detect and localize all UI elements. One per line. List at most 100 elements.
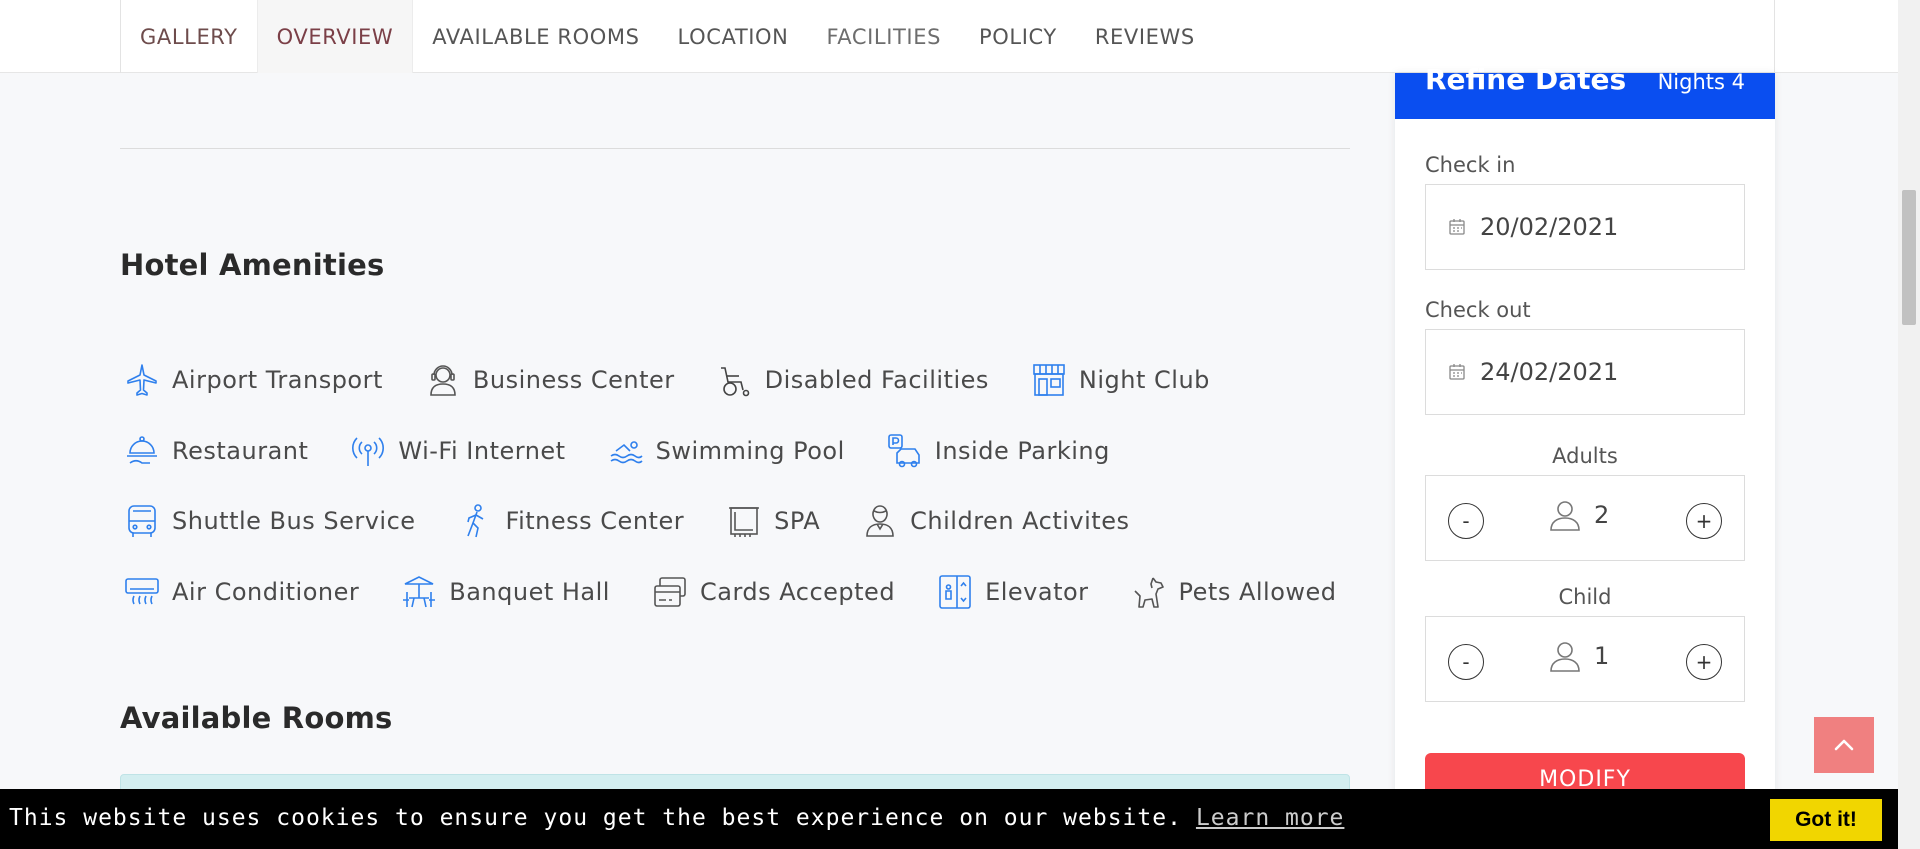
child-icon: [866, 505, 894, 537]
amenity-item: Banquet Hall: [401, 574, 610, 610]
tab-location[interactable]: LOCATION: [659, 0, 808, 73]
amenity-item: Fitness Center: [458, 503, 685, 539]
amenity-label: Air Conditioner: [172, 578, 360, 606]
parking-car-icon: [887, 434, 920, 468]
amenity-label: Night Club: [1078, 366, 1210, 394]
amenity-label: Banquet Hall: [449, 578, 610, 606]
check-out-value: 24/02/2021: [1480, 358, 1619, 386]
antenna-icon: [352, 437, 385, 466]
amenity-item: Air Conditioner: [124, 574, 359, 610]
amenity-item: Children Activites: [862, 503, 1129, 539]
amenities-row: Airport Transport Business Center Disabl…: [124, 360, 1252, 400]
tab-facilities[interactable]: FACILITIES: [808, 0, 961, 73]
airplane-icon: [127, 364, 157, 396]
amenities-title: Hotel Amenities: [120, 248, 385, 282]
child-label: Child: [1558, 585, 1612, 609]
child-count: 1: [1594, 642, 1610, 670]
running-person-icon: [466, 504, 483, 538]
swimmer-icon: [610, 441, 643, 464]
amenity-label: Swimming Pool: [655, 437, 845, 465]
amenity-item: Night Club: [1031, 362, 1210, 398]
person-icon: [1550, 642, 1580, 672]
person-icon: [1550, 501, 1580, 531]
amenity-item: Restaurant: [124, 433, 308, 469]
calendar-icon: [1449, 219, 1465, 235]
cookie-message: This website uses cookies to ensure you …: [9, 805, 1182, 831]
scrollbar-thumb[interactable]: [1902, 190, 1916, 325]
amenity-item: Business Center: [425, 362, 675, 398]
cookie-message-wrap: This website uses cookies to ensure you …: [9, 805, 1344, 831]
back-to-top-button[interactable]: [1814, 717, 1874, 773]
amenity-item: Airport Transport: [124, 362, 383, 398]
child-decrement-button[interactable]: -: [1448, 644, 1484, 680]
amenity-label: Shuttle Bus Service: [172, 507, 416, 535]
amenity-item: Cards Accepted: [652, 574, 895, 610]
amenity-item: Wi-Fi Internet: [350, 433, 565, 469]
adults-decrement-button[interactable]: -: [1448, 503, 1484, 539]
amenity-label: Cards Accepted: [699, 578, 896, 606]
amenity-label: Business Center: [472, 366, 675, 394]
tab-reviews[interactable]: REVIEWS: [1076, 0, 1214, 73]
storefront-icon: [1033, 364, 1065, 396]
adults-value: 2: [1548, 498, 1609, 532]
section-divider: [120, 148, 1350, 149]
adults-label: Adults: [1552, 444, 1618, 468]
chevron-up-icon: [1834, 739, 1854, 751]
amenity-label: Elevator: [985, 578, 1089, 606]
amenities-row: Air Conditioner Banquet Hall Cards Accep…: [124, 572, 1379, 612]
cloche-icon: [127, 436, 157, 464]
refine-header: Refine Dates Nights 4: [1395, 63, 1775, 119]
learn-more-link[interactable]: Learn more: [1196, 805, 1344, 831]
adults-count: 2: [1594, 501, 1610, 529]
child-stepper: - 1 +: [1425, 616, 1745, 702]
amenities-row: Restaurant Wi-Fi Internet Swimming Pool …: [124, 431, 1152, 471]
page-scrollbar[interactable]: [1898, 0, 1920, 849]
child-increment-button[interactable]: +: [1686, 644, 1722, 680]
refine-title: Refine Dates: [1425, 63, 1627, 96]
amenity-item: Disabled Facilities: [717, 362, 989, 398]
amenity-item: Shuttle Bus Service: [124, 503, 416, 539]
credit-card-icon: [654, 577, 686, 607]
refine-dates-panel: Refine Dates Nights 4 Check in 20/02/202…: [1395, 63, 1775, 849]
air-conditioner-icon: [125, 578, 159, 605]
towel-icon: [729, 507, 760, 537]
elevator-icon: [939, 575, 971, 609]
available-rooms-title: Available Rooms: [120, 701, 393, 735]
amenity-item: Swimming Pool: [608, 433, 845, 469]
calendar-icon: [1449, 364, 1465, 380]
amenity-label: Fitness Center: [505, 507, 685, 535]
check-out-field[interactable]: 24/02/2021: [1425, 329, 1745, 415]
bus-icon: [128, 505, 156, 537]
amenity-item: SPA: [726, 503, 820, 539]
amenity-label: SPA: [774, 507, 821, 535]
amenity-item: Pets Allowed: [1131, 574, 1337, 610]
cookie-banner: This website uses cookies to ensure you …: [0, 789, 1898, 849]
adults-stepper: - 2 +: [1425, 475, 1745, 561]
dog-icon: [1133, 577, 1164, 608]
amenity-item: Inside Parking: [887, 433, 1110, 469]
amenity-label: Disabled Facilities: [764, 366, 989, 394]
amenity-item: Elevator: [937, 574, 1088, 610]
cookie-accept-button[interactable]: Got it!: [1770, 799, 1882, 841]
amenity-label: Inside Parking: [934, 437, 1110, 465]
tab-gallery[interactable]: GALLERY: [121, 0, 257, 73]
tab-policy[interactable]: POLICY: [960, 0, 1076, 73]
tab-overview[interactable]: OVERVIEW: [256, 0, 414, 73]
check-in-label: Check in: [1425, 153, 1516, 177]
check-in-field[interactable]: 20/02/2021: [1425, 184, 1745, 270]
amenity-label: Airport Transport: [172, 366, 383, 394]
amenity-label: Children Activites: [910, 507, 1130, 535]
nights-count: Nights 4: [1657, 70, 1745, 94]
adults-increment-button[interactable]: +: [1686, 503, 1722, 539]
check-out-label: Check out: [1425, 298, 1531, 322]
amenity-label: Wi-Fi Internet: [398, 437, 566, 465]
check-in-value: 20/02/2021: [1480, 213, 1619, 241]
headset-person-icon: [430, 365, 456, 396]
child-value: 1: [1548, 639, 1609, 673]
tab-available-rooms[interactable]: AVAILABLE ROOMS: [413, 0, 658, 73]
amenity-label: Pets Allowed: [1178, 578, 1337, 606]
banquet-table-icon: [403, 576, 436, 608]
wheelchair-icon: [720, 367, 749, 397]
amenities-row: Shuttle Bus Service Fitness Center SPA C…: [124, 501, 1171, 541]
amenity-label: Restaurant: [172, 437, 309, 465]
